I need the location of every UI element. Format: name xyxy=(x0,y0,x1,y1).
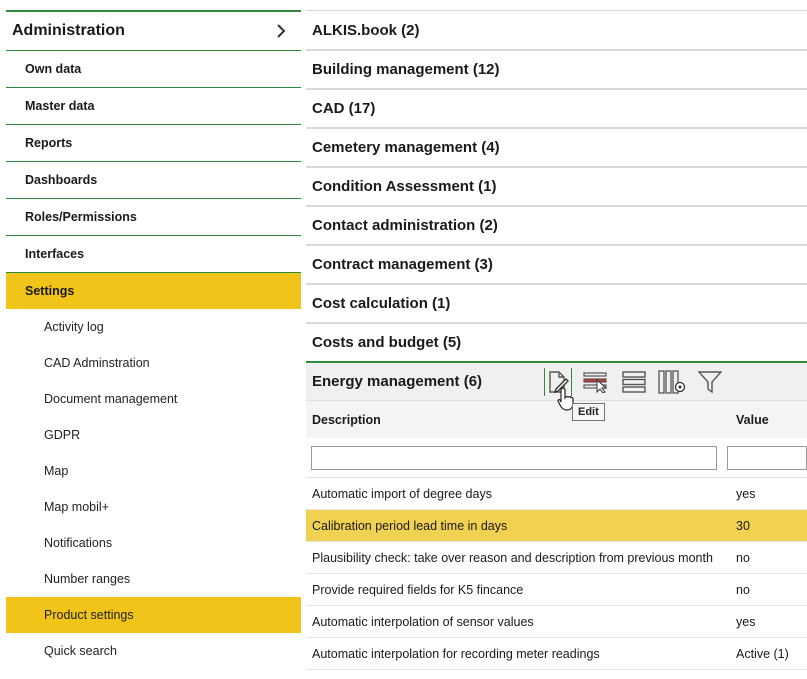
subitem-quick-search[interactable]: Quick search xyxy=(6,633,301,669)
subitem-product-settings[interactable]: Product settings xyxy=(6,597,301,633)
group-alkis-book[interactable]: ALKIS.book (2) xyxy=(306,10,807,49)
group-contact-administration[interactable]: Contact administration (2) xyxy=(306,205,807,244)
group-cemetery-management[interactable]: Cemetery management (4) xyxy=(306,127,807,166)
table-row[interactable]: Provide required fields for K5 fincance … xyxy=(306,574,807,606)
subitem-number-ranges[interactable]: Number ranges xyxy=(6,561,301,597)
subitem-map-mobil[interactable]: Map mobil+ xyxy=(6,489,301,525)
subitem-document-management[interactable]: Document management xyxy=(6,381,301,417)
sidebar-item-master-data[interactable]: Master data xyxy=(6,87,301,124)
table-row-selected[interactable]: Calibration period lead time in days 30 xyxy=(306,510,807,542)
row-value: Active (1) xyxy=(736,646,789,661)
table-row[interactable]: Automatic interpolation of sensor values… xyxy=(306,606,807,638)
group-costs-and-budget[interactable]: Costs and budget (5) xyxy=(306,322,807,361)
settings-groups: ALKIS.book (2) Building management (12) … xyxy=(306,10,807,670)
group-energy-management[interactable]: Energy management (6) Edit xyxy=(306,361,807,421)
sidebar: Administration Own data Master data Repo… xyxy=(6,10,301,669)
row-value: no xyxy=(736,550,750,565)
table-row[interactable]: Automatic interpolation for recording me… xyxy=(306,638,807,670)
sidebar-header[interactable]: Administration xyxy=(6,10,301,50)
description-filter-input[interactable] xyxy=(311,445,717,470)
row-value: 30 xyxy=(736,518,750,533)
row-description: Plausibility check: take over reason and… xyxy=(312,550,713,565)
row-description: Automatic import of degree days xyxy=(312,486,492,501)
select-icon[interactable] xyxy=(582,368,610,396)
sidebar-item-interfaces[interactable]: Interfaces xyxy=(6,235,301,272)
group-cost-calculation[interactable]: Cost calculation (1) xyxy=(306,283,807,322)
subitem-cad-administration[interactable]: CAD Adminstration xyxy=(6,345,301,381)
filter-row xyxy=(306,438,807,478)
row-description: Automatic interpolation of sensor values xyxy=(312,614,534,629)
row-value: yes xyxy=(736,614,756,629)
row-value: yes xyxy=(736,486,756,501)
chevron-right-icon[interactable] xyxy=(271,21,291,41)
edit-tooltip: Edit xyxy=(572,403,605,421)
row-description: Provide required fields for K5 fincance xyxy=(312,582,524,597)
subitem-activity-log[interactable]: Activity log xyxy=(6,309,301,345)
sidebar-item-reports[interactable]: Reports xyxy=(6,124,301,161)
group-condition-assessment[interactable]: Condition Assessment (1) xyxy=(306,166,807,205)
list-icon[interactable] xyxy=(620,368,648,396)
table-row[interactable]: Automatic import of degree days yes xyxy=(306,478,807,510)
group-cad[interactable]: CAD (17) xyxy=(306,88,807,127)
columns-settings-icon[interactable] xyxy=(658,368,686,396)
row-value: no xyxy=(736,582,750,597)
value-filter-input[interactable] xyxy=(727,445,807,470)
group-contract-management[interactable]: Contract management (3) xyxy=(306,244,807,283)
subitem-notifications[interactable]: Notifications xyxy=(6,525,301,561)
table-row[interactable]: Plausibility check: take over reason and… xyxy=(306,542,807,574)
column-header-description[interactable]: Description xyxy=(306,413,729,427)
sidebar-item-dashboards[interactable]: Dashboards xyxy=(6,161,301,198)
subitem-gdpr[interactable]: GDPR xyxy=(6,417,301,453)
row-description: Calibration period lead time in days xyxy=(312,518,508,533)
group-energy-management-title: Energy management (6) xyxy=(312,373,483,390)
column-header-value[interactable]: Value xyxy=(729,413,769,427)
group-building-management[interactable]: Building management (12) xyxy=(306,49,807,88)
subitem-map[interactable]: Map xyxy=(6,453,301,489)
sidebar-item-roles-permissions[interactable]: Roles/Permissions xyxy=(6,198,301,235)
filter-icon[interactable] xyxy=(696,368,724,396)
sidebar-item-own-data[interactable]: Own data xyxy=(6,50,301,87)
sidebar-title: Administration xyxy=(12,22,125,39)
sidebar-item-settings[interactable]: Settings xyxy=(6,272,301,309)
row-description: Automatic interpolation for recording me… xyxy=(312,646,600,661)
